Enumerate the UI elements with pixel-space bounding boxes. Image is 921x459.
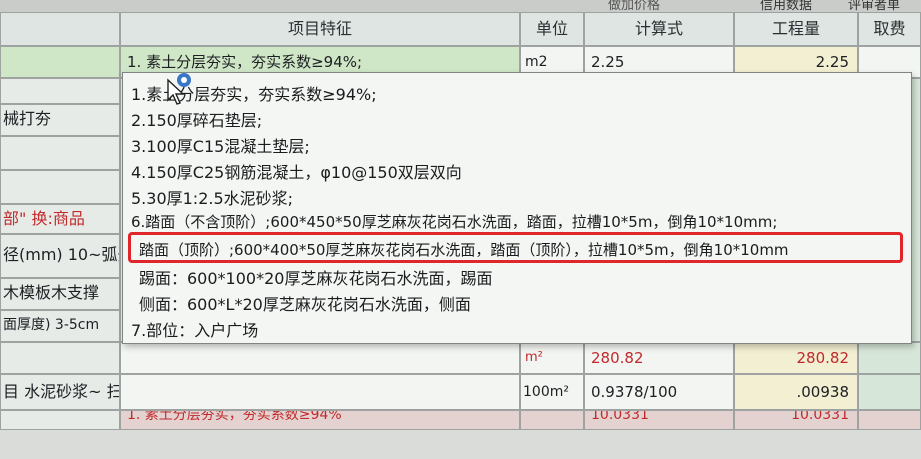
- left-row-12[interactable]: [0, 410, 120, 430]
- top-tab-3[interactable]: 评审者单: [848, 0, 900, 12]
- popup-line-9: 侧面：600*L*20厚芝麻灰花岗石水洗面，侧面: [139, 295, 471, 314]
- highlight-box: [128, 232, 903, 263]
- popup-line-2: 2.150厚碎石垫层;: [131, 111, 263, 130]
- left-row-7[interactable]: 径(mm) 10~弧开: [0, 234, 120, 278]
- bottom-row-feature[interactable]: 1. 素土分层夯实，夯实系数≥94%: [120, 410, 520, 430]
- bottom-row-formula[interactable]: 10.0331: [584, 410, 734, 430]
- header-unit[interactable]: 单位: [520, 12, 584, 46]
- popup-line-5: 5.30厚1:2.5水泥砂浆;: [131, 189, 294, 208]
- left-row-4[interactable]: [0, 136, 120, 170]
- lower2-quantity[interactable]: .00938: [734, 374, 858, 410]
- left-row-6[interactable]: 部" 换:商品: [0, 204, 120, 234]
- header-quantity[interactable]: 工程量: [734, 12, 858, 46]
- lower1-fee[interactable]: [858, 342, 921, 374]
- popup-line-8: 踢面：600*100*20厚芝麻灰花岗石水洗面，踢面: [139, 269, 493, 288]
- left-row-3[interactable]: 械打夯: [0, 104, 120, 136]
- left-row-5[interactable]: [0, 170, 120, 204]
- lower1-unit[interactable]: m²: [520, 342, 584, 374]
- popup-line-6: 6.踏面（不含顶阶）;600*450*50厚芝麻灰花岗石水洗面，踏面，拉槽10*…: [131, 213, 778, 231]
- left-row-8[interactable]: 木模板木支撑: [0, 278, 120, 310]
- header-fee[interactable]: 取费: [858, 12, 921, 46]
- left-row-11[interactable]: 目 水泥砂浆~ 扫: [0, 374, 120, 410]
- row1-left[interactable]: [0, 46, 120, 78]
- left-row-9[interactable]: 面厚度) 3-5cm: [0, 310, 120, 342]
- left-text-1: 械打夯: [3, 109, 52, 128]
- left-row-2[interactable]: [0, 78, 120, 104]
- header-feature[interactable]: 项目特征: [120, 12, 520, 46]
- help-badge-icon: [177, 73, 191, 87]
- popup-line-4: 4.150厚C25钢筋混凝土，φ10@150双层双向: [131, 163, 462, 182]
- lower2-unit[interactable]: 100m²: [520, 374, 584, 410]
- top-tab-2[interactable]: 信用数据: [760, 0, 812, 12]
- popup-line-10: 7.部位：入户广场: [131, 321, 259, 340]
- bottom-row-feature-text: 1. 素土分层夯实，夯实系数≥94%: [127, 410, 342, 423]
- header-formula[interactable]: 计算式: [584, 12, 734, 46]
- feature-popup: 1.素土分层夯实，夯实系数≥94%; 2.150厚碎石垫层; 3.100厚C15…: [122, 72, 912, 344]
- left-text-6: 目 水泥砂浆~ 扫: [3, 382, 120, 401]
- bottom-row-unit[interactable]: [520, 410, 584, 430]
- lower1-formula[interactable]: 280.82: [584, 342, 734, 374]
- lower1-quantity[interactable]: 280.82: [734, 342, 858, 374]
- left-text-4: 木模板木支撑: [3, 283, 100, 302]
- lower2-fee[interactable]: [858, 374, 921, 410]
- lower1-feature[interactable]: [120, 342, 520, 374]
- bottom-row-fee[interactable]: [858, 410, 921, 430]
- top-tab-1[interactable]: 做加价格: [608, 0, 660, 12]
- popup-line-3: 3.100厚C15混凝土垫层;: [131, 137, 310, 156]
- left-text-2: 部" 换:商品: [3, 209, 85, 228]
- left-row-10[interactable]: [0, 342, 120, 374]
- bottom-row-quantity[interactable]: 10.0331: [734, 410, 858, 430]
- left-text-3: 径(mm) 10~弧开: [3, 245, 119, 264]
- lower2-formula[interactable]: 0.9378/100: [584, 374, 734, 410]
- status-bar: [0, 430, 921, 459]
- lower2-feature[interactable]: [120, 374, 520, 410]
- left-text-5: 面厚度) 3-5cm: [3, 317, 100, 333]
- header-left-blank: [0, 12, 120, 46]
